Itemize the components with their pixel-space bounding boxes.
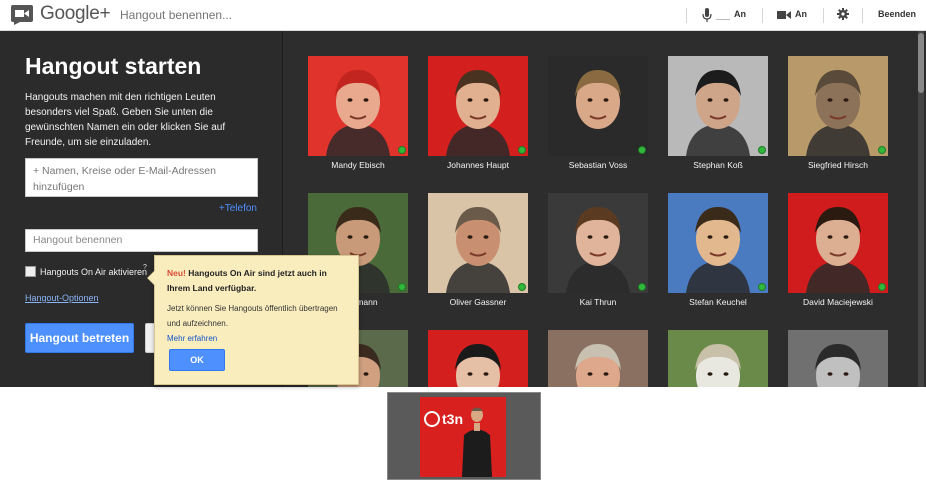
contact-tile[interactable]: Siegfried Hirsch bbox=[788, 56, 888, 176]
online-status-dot bbox=[878, 283, 886, 291]
contact-photo bbox=[428, 56, 528, 156]
contact-tile[interactable]: Johannes Haupt bbox=[428, 56, 528, 176]
contact-photo bbox=[788, 56, 888, 156]
contact-tile[interactable]: Stefan Keuchel bbox=[668, 193, 768, 313]
contact-tile[interactable]: Kai Thrun bbox=[548, 193, 648, 313]
tooltip-arrow-inner bbox=[148, 271, 155, 285]
hangout-main-area: Hangout starten Hangouts machen mit den … bbox=[0, 31, 926, 387]
end-button[interactable]: Beenden bbox=[878, 9, 916, 19]
page-title: Hangout starten bbox=[25, 53, 202, 79]
camera-state[interactable]: An bbox=[795, 9, 807, 19]
tooltip-headline: Neu! Hangouts On Air sind jetzt auch in … bbox=[167, 266, 346, 296]
invite-people-input[interactable]: + Namen, Kreise oder E-Mail-Adressen hin… bbox=[25, 158, 258, 197]
t3n-logo-text: t3n bbox=[442, 411, 463, 427]
learn-more-link[interactable]: Mehr erfahren bbox=[167, 334, 346, 343]
divider bbox=[862, 8, 863, 23]
online-status-dot bbox=[518, 146, 526, 154]
contact-photo bbox=[428, 330, 528, 387]
contact-photo bbox=[668, 193, 768, 293]
contact-photo bbox=[548, 56, 648, 156]
gear-icon[interactable] bbox=[837, 8, 849, 20]
contact-photo bbox=[548, 330, 648, 387]
contact-tile[interactable] bbox=[788, 330, 888, 387]
self-video-image: t3n bbox=[420, 397, 506, 477]
microphone-icon[interactable] bbox=[702, 8, 712, 22]
add-phone-link[interactable]: +Telefon bbox=[219, 203, 257, 214]
online-status-dot bbox=[518, 283, 526, 291]
top-bar: Google+ An An Beenden bbox=[0, 0, 926, 31]
mic-level-bar bbox=[716, 19, 730, 20]
contact-name: Siegfried Hirsch bbox=[808, 160, 868, 170]
self-video-preview[interactable]: t3n bbox=[387, 392, 541, 480]
hangout-name-field[interactable]: Hangout benennen bbox=[25, 229, 258, 252]
mic-state[interactable]: An bbox=[734, 9, 746, 19]
contact-name: Kai Thrun bbox=[579, 297, 617, 307]
contact-name: Stephan Koß bbox=[693, 160, 743, 170]
contact-tile[interactable] bbox=[668, 330, 768, 387]
tooltip-headline-text: Hangouts On Air sind jetzt auch in Ihrem… bbox=[167, 268, 327, 293]
google-plus-logo[interactable]: Google+ bbox=[40, 3, 111, 25]
contact-photo bbox=[668, 330, 768, 387]
contact-tile[interactable]: Oliver Gassner bbox=[428, 193, 528, 313]
online-status-dot bbox=[758, 283, 766, 291]
online-status-dot bbox=[398, 146, 406, 154]
contact-tile[interactable]: Mandy Ebisch bbox=[308, 56, 408, 176]
contact-name: Sebastian Voss bbox=[568, 160, 628, 170]
contact-photo bbox=[788, 193, 888, 293]
contact-tile[interactable]: Stephan Koß bbox=[668, 56, 768, 176]
contact-photo bbox=[428, 193, 528, 293]
onair-tooltip: Neu! Hangouts On Air sind jetzt auch in … bbox=[147, 255, 359, 385]
new-badge: Neu! bbox=[167, 268, 186, 278]
start-description: Hangouts machen mit den richtigen Leuten… bbox=[25, 92, 226, 148]
online-status-dot bbox=[758, 146, 766, 154]
contact-name: David Maciejewski bbox=[803, 297, 873, 307]
hangout-options-link[interactable]: Hangout-Optionen bbox=[25, 293, 99, 303]
contact-name: Stefan Keuchel bbox=[689, 297, 747, 307]
contact-photo bbox=[548, 193, 648, 293]
tooltip-body: Jetzt können Sie Hangouts öffentlich übe… bbox=[167, 304, 338, 328]
scrollbar-thumb[interactable] bbox=[918, 33, 924, 93]
divider bbox=[762, 8, 763, 23]
self-video-frame: t3n bbox=[420, 397, 506, 477]
ok-button[interactable]: OK bbox=[169, 349, 225, 371]
contact-name: Mandy Ebisch bbox=[331, 160, 385, 170]
contact-photo bbox=[788, 330, 888, 387]
contact-tile[interactable] bbox=[548, 330, 648, 387]
hangout-name-input[interactable] bbox=[120, 5, 420, 25]
divider bbox=[823, 8, 824, 23]
camera-icon[interactable] bbox=[777, 10, 791, 20]
contact-tile[interactable]: David Maciejewski bbox=[788, 193, 888, 313]
onair-checkbox[interactable] bbox=[25, 266, 36, 277]
divider bbox=[686, 8, 687, 23]
contact-name: Johannes Haupt bbox=[447, 160, 509, 170]
contact-name: Oliver Gassner bbox=[449, 297, 507, 307]
online-status-dot bbox=[878, 146, 886, 154]
contact-photo bbox=[308, 56, 408, 156]
online-status-dot bbox=[638, 283, 646, 291]
contact-tile[interactable]: Sebastian Voss bbox=[548, 56, 648, 176]
online-status-dot bbox=[638, 146, 646, 154]
hangouts-camera-icon bbox=[11, 5, 33, 25]
contact-photo bbox=[668, 56, 768, 156]
contact-tile[interactable] bbox=[428, 330, 528, 387]
online-status-dot bbox=[398, 283, 406, 291]
join-hangout-button[interactable]: Hangout betreten bbox=[25, 323, 134, 353]
onair-label: Hangouts On Air aktivieren bbox=[40, 267, 148, 277]
